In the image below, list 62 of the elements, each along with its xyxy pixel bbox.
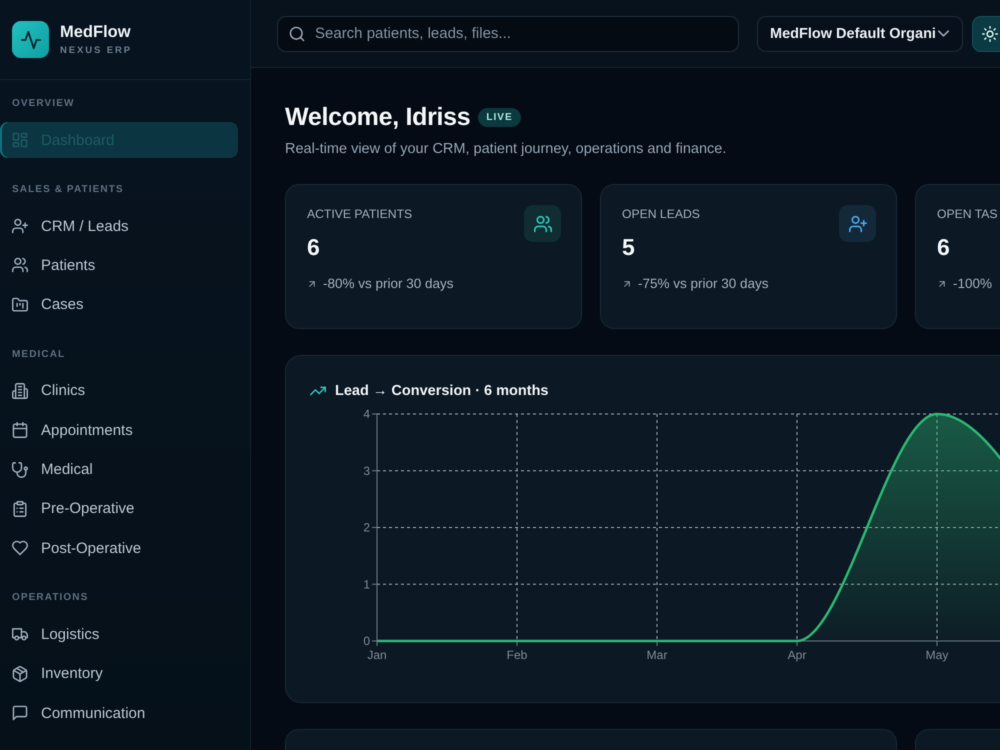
welcome-title: Welcome, Idriss — [285, 102, 470, 132]
x-axis-label: Mar — [646, 648, 668, 662]
heart-icon — [12, 540, 28, 556]
stat-label: ACTIVE PATIENTS — [307, 206, 414, 223]
x-axis-label: Apr — [788, 648, 806, 662]
section-label: MEDICAL — [11, 348, 66, 362]
search-icon — [289, 26, 305, 42]
truck-icon — [12, 626, 28, 642]
x-axis-label: Feb — [506, 648, 528, 662]
arrow-up-right-icon — [622, 279, 632, 289]
sidebar-item[interactable]: CRM / Leads — [0, 208, 238, 244]
chevron-down-icon — [938, 28, 949, 39]
grid-icon — [12, 132, 28, 148]
organization-select[interactable]: MedFlow Default Organi — [757, 16, 963, 52]
arrow-up-right-icon — [937, 279, 947, 289]
y-axis-label: 4 — [363, 407, 370, 421]
sidebar-item[interactable]: Appointments — [0, 412, 238, 448]
trend-text: -75% vs prior 30 days — [638, 275, 769, 293]
stat-value: 6 — [937, 233, 951, 262]
chart-title: Lead → Conversion · 6 months — [335, 382, 548, 400]
x-axis-label: May — [926, 648, 948, 662]
x-axis-label: Jan — [367, 648, 387, 662]
clipboard-icon — [12, 500, 28, 517]
pulse-logo-icon — [12, 21, 49, 58]
trend-text: -100% — [953, 275, 992, 293]
stat-value: 5 — [622, 233, 636, 262]
y-axis-label: 0 — [363, 634, 370, 648]
y-axis-label: 2 — [363, 520, 370, 534]
section-label: SALES & PATIENTS — [11, 183, 125, 197]
calendar-icon — [12, 422, 28, 438]
sidebar-item[interactable]: Inventory — [0, 656, 238, 692]
stat-value: 6 — [307, 233, 321, 262]
sidebar-item[interactable]: Cases — [0, 286, 238, 323]
trend-text: -80% vs prior 30 days — [323, 275, 454, 293]
chat-bubble-icon — [12, 705, 28, 722]
sidebar-item[interactable]: Logistics — [0, 616, 238, 652]
stethoscope-icon — [12, 462, 28, 478]
page-subtitle: Real-time view of your CRM, patient journey, operations and finance. — [285, 140, 728, 159]
sidebar-item[interactable]: Medical — [0, 452, 238, 488]
sun-icon — [982, 26, 998, 42]
folder-icon — [12, 296, 28, 313]
sidebar-item[interactable]: Post-Operative — [0, 530, 238, 566]
users-icon — [12, 257, 28, 274]
building-icon — [12, 382, 28, 399]
section-label: OPERATIONS — [11, 591, 90, 606]
section-label: OVERVIEW — [11, 97, 76, 111]
arrow-up-right-icon — [307, 279, 317, 289]
stat-label: OPEN TAS — [937, 206, 998, 223]
y-axis-label: 1 — [363, 577, 370, 592]
search-field[interactable]: Search patients, leads, files... — [277, 16, 739, 52]
y-axis-label: 3 — [363, 464, 370, 478]
sidebar-item[interactable]: Patients — [0, 247, 238, 284]
stat-label: OPEN LEADS — [622, 206, 701, 223]
sidebar-item[interactable]: Communication — [0, 695, 238, 732]
brand-name: MedFlow — [60, 22, 132, 42]
box-icon — [12, 666, 28, 682]
live-badge: LIVE — [478, 108, 521, 126]
user-plus-icon — [12, 218, 28, 234]
brand-tagline: NEXUS ERP — [60, 44, 132, 56]
theme-toggle-button[interactable] — [972, 16, 1000, 52]
sidebar-item[interactable]: Clinics — [0, 372, 238, 409]
sidebar-item[interactable]: Pre-Operative — [0, 490, 238, 527]
